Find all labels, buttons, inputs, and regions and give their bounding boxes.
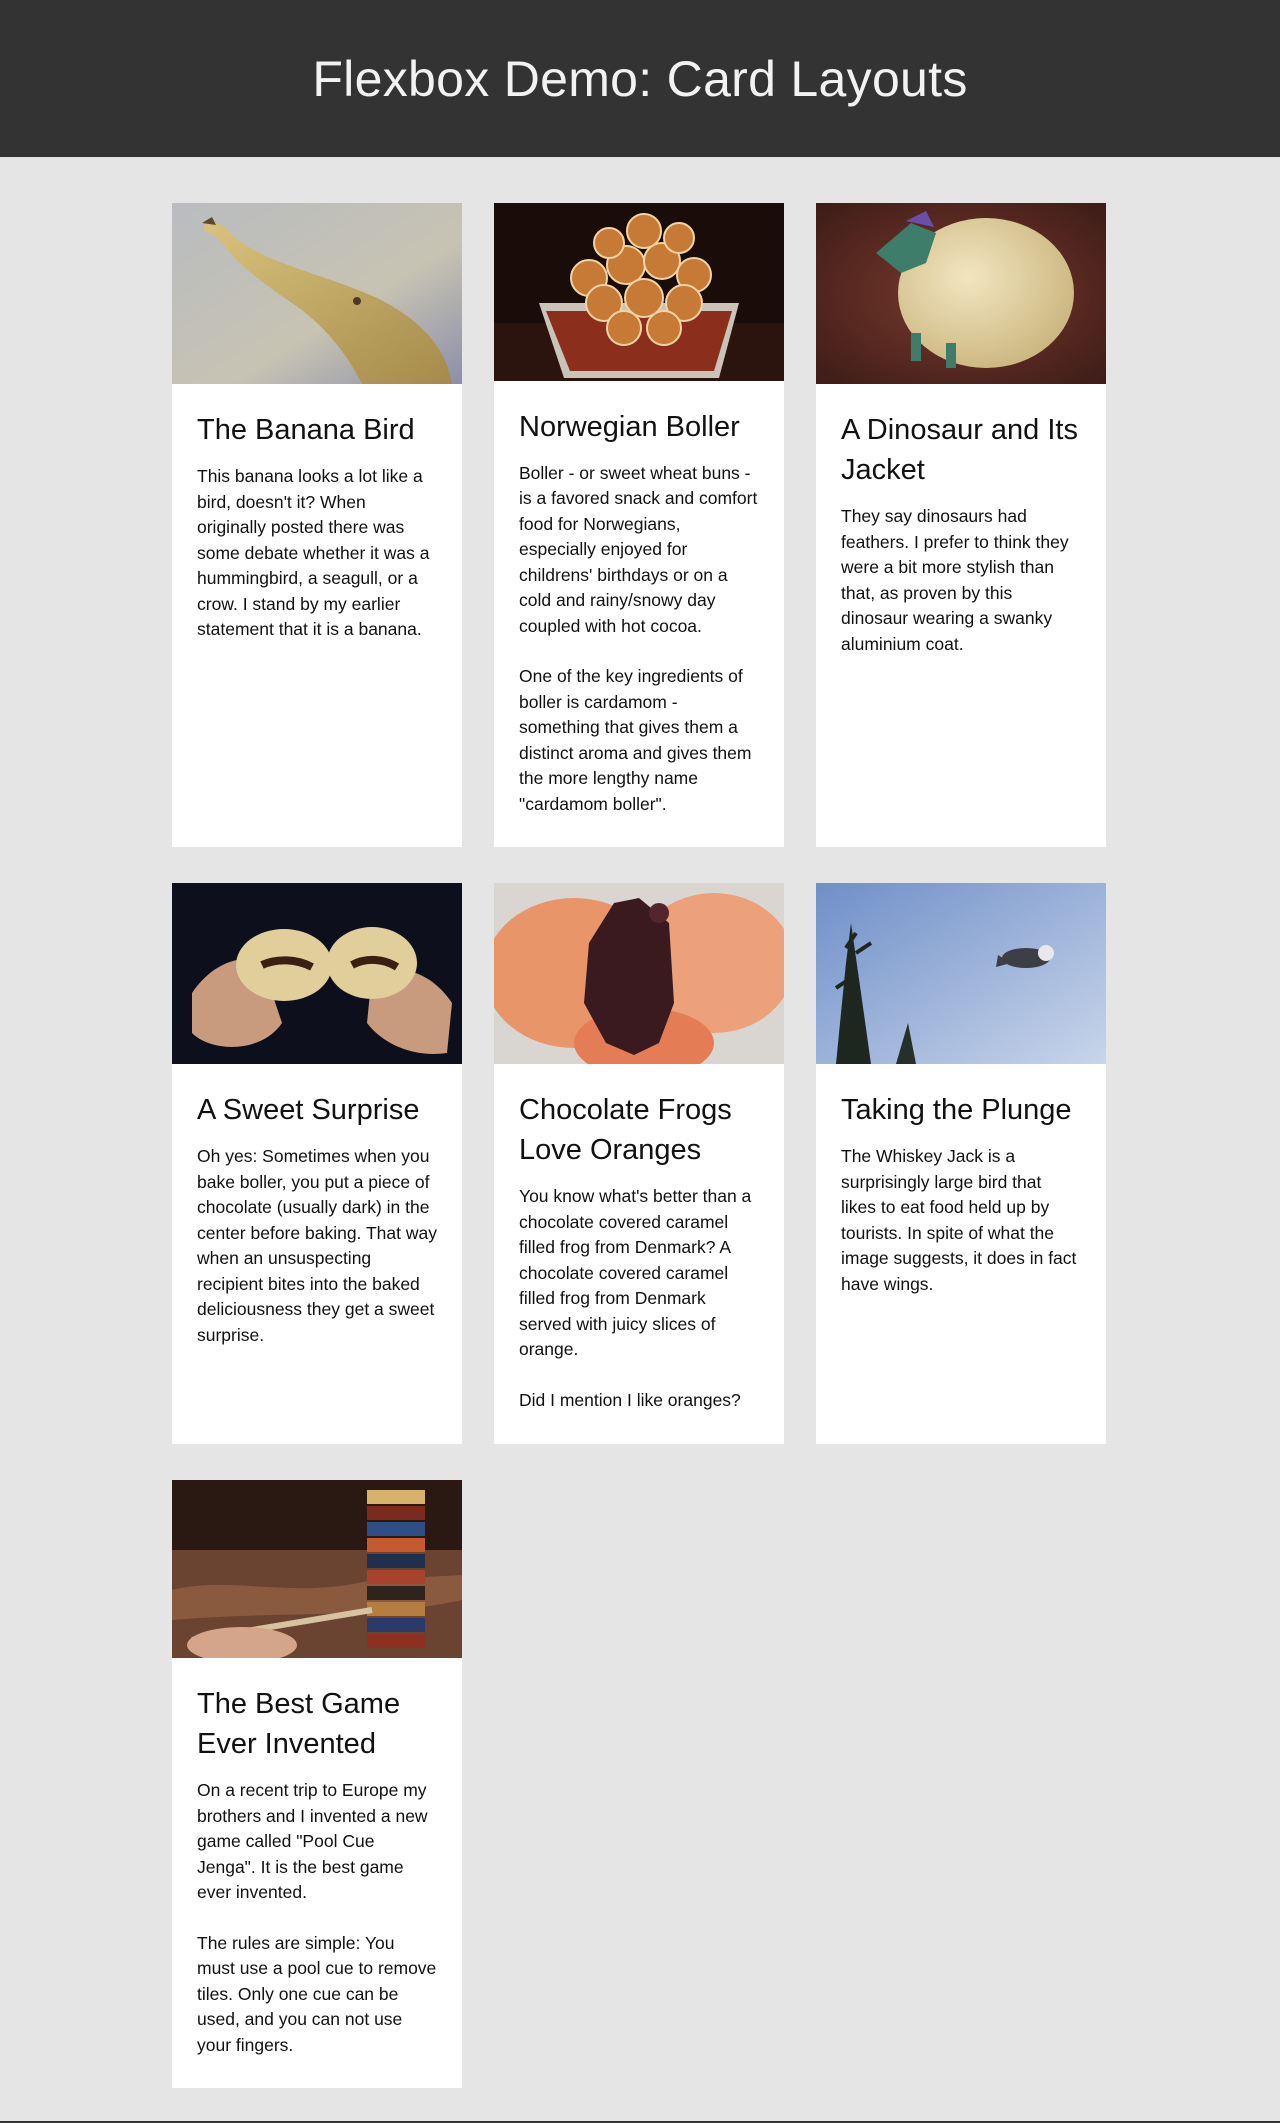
- card-title: The Banana Bird: [197, 414, 415, 446]
- card-text: The Whiskey Jack is a surprisingly large…: [841, 1146, 1077, 1294]
- card-title: Chocolate Frogs Love Oranges: [519, 1094, 732, 1166]
- card-text: Oh yes: Sometimes when you bake boller, …: [197, 1146, 437, 1345]
- card-norwegian-boller[interactable]: Norwegian Boller Boller - or sweet wheat…: [494, 203, 784, 847]
- card-title: The Best Game Ever Invented: [197, 1688, 401, 1760]
- card-text: Did I mention I like oranges?: [519, 1389, 741, 1410]
- banana-bird-photo: [172, 203, 462, 384]
- card-sweet-surprise[interactable]: A Sweet Surprise Oh yes: Sometimes when …: [172, 883, 462, 1444]
- pool-cue-jenga-photo: [172, 1480, 462, 1658]
- card-grid: The Banana Bird This banana looks a lot …: [172, 203, 1108, 2088]
- card-text: Boller - or sweet wheat buns - is a favo…: [519, 462, 758, 636]
- page-header: Flexbox Demo: Card Layouts: [0, 0, 1280, 157]
- card-title: A Sweet Surprise: [197, 1094, 420, 1126]
- card-title: Taking the Plunge: [841, 1094, 1072, 1126]
- card-title: Norwegian Boller: [519, 410, 740, 443]
- card-text: On a recent trip to Europe my brothers a…: [197, 1780, 428, 1902]
- boller-buns-photo: [494, 203, 784, 381]
- whiskey-jack-photo: [816, 883, 1106, 1064]
- card-banana-bird[interactable]: The Banana Bird This banana looks a lot …: [172, 203, 462, 847]
- card-chocolate-frogs[interactable]: Chocolate Frogs Love Oranges You know wh…: [494, 883, 784, 1444]
- card-text: One of the key ingredients of boller is …: [519, 666, 752, 814]
- chocolate-frog-photo: [494, 883, 784, 1064]
- card-dinosaur-jacket[interactable]: A Dinosaur and Its Jacket They say dinos…: [816, 203, 1106, 847]
- card-taking-the-plunge[interactable]: Taking the Plunge The Whiskey Jack is a …: [816, 883, 1106, 1444]
- card-text: You know what's better than a chocolate …: [519, 1186, 752, 1359]
- card-best-game[interactable]: The Best Game Ever Invented On a recent …: [172, 1480, 462, 2088]
- card-title: A Dinosaur and Its Jacket: [841, 414, 1078, 486]
- dinosaur-foil-photo: [816, 203, 1106, 384]
- page-title: Flexbox Demo: Card Layouts: [312, 50, 968, 107]
- card-text: The rules are simple: You must use a poo…: [197, 1932, 437, 2055]
- chocolate-bun-photo: [172, 883, 462, 1064]
- card-text: This banana looks a lot like a bird, doe…: [197, 466, 430, 639]
- card-text: They say dinosaurs had feathers. I prefe…: [841, 506, 1069, 654]
